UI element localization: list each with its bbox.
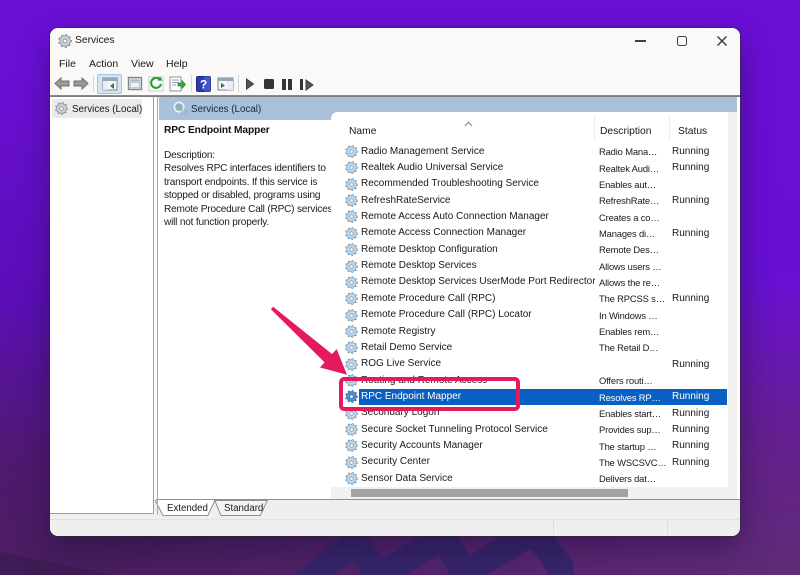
svg-text:?: ? [200,78,207,92]
